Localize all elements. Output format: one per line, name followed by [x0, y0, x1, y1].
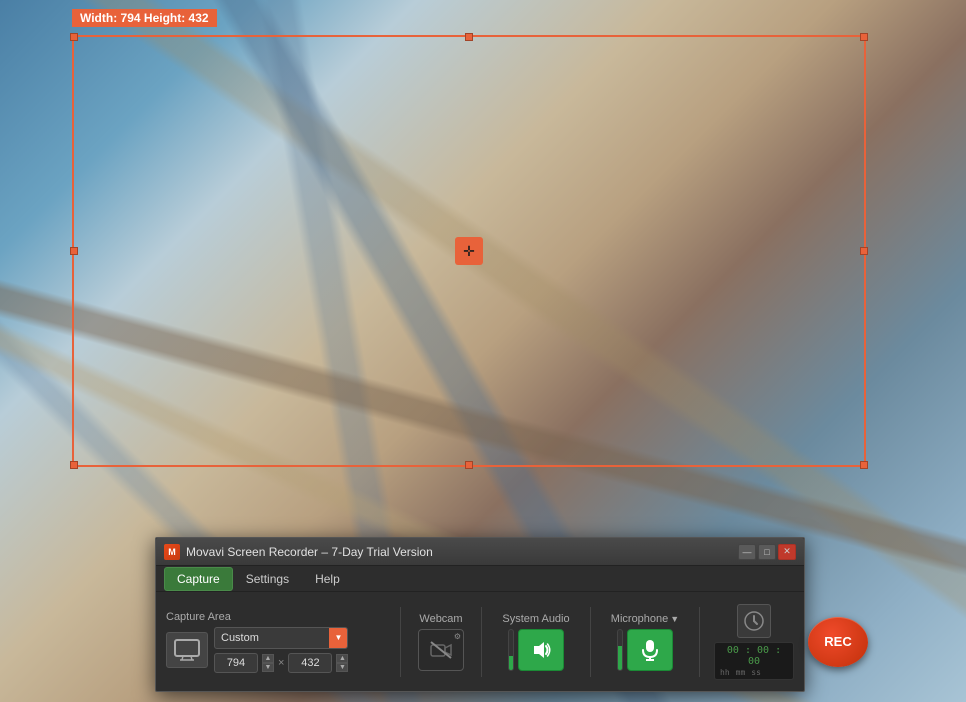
system-audio-controls — [508, 629, 564, 671]
content-area: Capture Area Custom ▼ — [156, 592, 804, 691]
system-audio-section: System Audio — [496, 613, 576, 671]
webcam-icon — [429, 640, 453, 660]
minimize-button[interactable]: — — [738, 544, 756, 560]
capture-area-section: Capture Area Custom ▼ — [166, 611, 386, 673]
menu-bar: Capture Settings Help — [156, 566, 804, 592]
height-down-button[interactable]: ▼ — [336, 663, 348, 672]
title-bar: M Movavi Screen Recorder – 7-Day Trial V… — [156, 538, 804, 566]
resize-handle-ml[interactable] — [70, 247, 78, 255]
height-input[interactable] — [288, 653, 332, 673]
width-spinners: ▲ ▼ — [262, 654, 274, 672]
webcam-button[interactable]: ⚙ — [418, 629, 464, 671]
resize-handle-mr[interactable] — [860, 247, 868, 255]
menu-item-capture[interactable]: Capture — [164, 567, 233, 591]
move-handle[interactable]: ✛ — [455, 237, 483, 265]
microphone-volume-bar — [617, 629, 623, 671]
dimension-cross: × — [278, 657, 284, 669]
timer-units: hh mm ss — [720, 668, 788, 677]
capture-preset-dropdown[interactable]: Custom ▼ — [214, 627, 348, 649]
capture-controls: Custom ▼ ▲ ▼ × ▲ ▼ — [166, 627, 386, 673]
width-input[interactable] — [214, 653, 258, 673]
timer-display: 00 : 00 : 00 hh mm ss — [714, 642, 794, 680]
microphone-volume-fill — [618, 646, 622, 670]
close-button[interactable]: ✕ — [778, 544, 796, 560]
microphone-dropdown-arrow[interactable]: ▼ — [670, 614, 679, 624]
monitor-icon — [173, 639, 201, 661]
microphone-label: Microphone ▼ — [611, 613, 679, 625]
system-audio-button[interactable] — [518, 629, 564, 671]
title-bar-controls: — □ ✕ — [738, 544, 796, 560]
separator-1 — [400, 607, 401, 677]
microphone-controls — [617, 629, 673, 671]
webcam-label: Webcam — [419, 613, 462, 625]
clock-icon — [743, 610, 765, 632]
microphone-section: Microphone ▼ — [605, 613, 685, 671]
app-window: M Movavi Screen Recorder – 7-Day Trial V… — [155, 537, 805, 692]
system-audio-label: System Audio — [502, 613, 569, 625]
capture-area-overlay[interactable]: Width: 794 Height: 432 ✛ — [72, 35, 866, 467]
timer-section: 00 : 00 : 00 hh mm ss — [714, 604, 794, 680]
width-up-button[interactable]: ▲ — [262, 654, 274, 663]
window-title: Movavi Screen Recorder – 7-Day Trial Ver… — [186, 545, 738, 559]
system-audio-volume-bar — [508, 629, 514, 671]
capture-preset-arrow[interactable]: ▼ — [329, 628, 347, 648]
resize-handle-tl[interactable] — [70, 33, 78, 41]
move-icon: ✛ — [463, 244, 475, 258]
maximize-button[interactable]: □ — [758, 544, 776, 560]
menu-item-help[interactable]: Help — [302, 567, 353, 591]
capture-area-section-label: Capture Area — [166, 611, 386, 623]
capture-area-label: Width: 794 Height: 432 — [72, 9, 217, 27]
system-audio-volume-fill — [509, 656, 513, 670]
webcam-gear-icon[interactable]: ⚙ — [454, 632, 461, 641]
webcam-section: Webcam ⚙ — [415, 613, 467, 671]
microphone-icon — [640, 639, 660, 661]
microphone-button[interactable] — [627, 629, 673, 671]
separator-3 — [590, 607, 591, 677]
separator-4 — [699, 607, 700, 677]
screen-select-button[interactable] — [166, 632, 208, 668]
resize-handle-tm[interactable] — [465, 33, 473, 41]
resize-handle-br[interactable] — [860, 461, 868, 469]
rec-button[interactable]: REC — [808, 617, 868, 667]
height-up-button[interactable]: ▲ — [336, 654, 348, 663]
resize-handle-bm[interactable] — [465, 461, 473, 469]
width-down-button[interactable]: ▼ — [262, 663, 274, 672]
capture-preset-value: Custom — [215, 632, 329, 644]
separator-2 — [481, 607, 482, 677]
resize-handle-bl[interactable] — [70, 461, 78, 469]
menu-item-settings[interactable]: Settings — [233, 567, 302, 591]
timer-clock-button[interactable] — [737, 604, 771, 638]
dimension-row: ▲ ▼ × ▲ ▼ — [214, 653, 348, 673]
resize-handle-tr[interactable] — [860, 33, 868, 41]
app-icon: M — [164, 544, 180, 560]
height-spinners: ▲ ▼ — [336, 654, 348, 672]
speaker-icon — [530, 639, 552, 661]
capture-right-controls: Custom ▼ ▲ ▼ × ▲ ▼ — [214, 627, 348, 673]
